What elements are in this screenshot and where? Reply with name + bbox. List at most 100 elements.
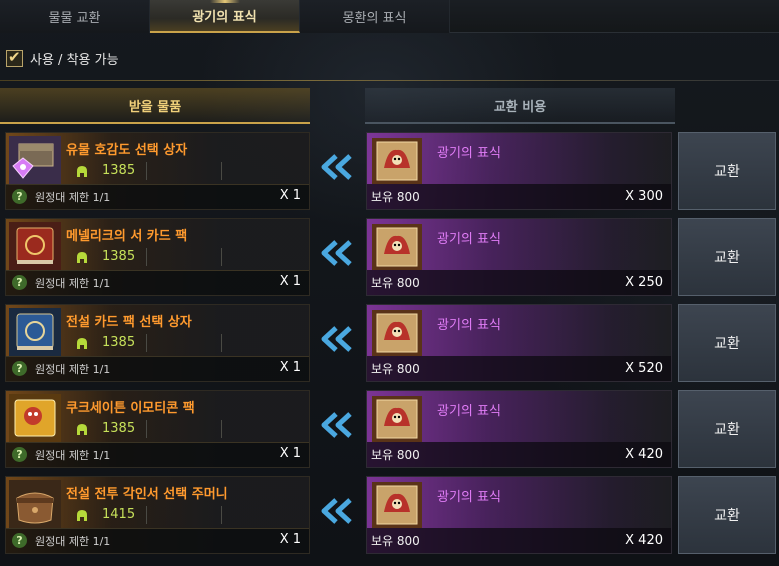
exchange-button[interactable]: 교환 xyxy=(678,218,776,296)
madness-mark-icon xyxy=(372,224,422,270)
tab-bar: 물물 교환 광기의 표식 몽환의 표식 xyxy=(0,0,779,33)
reward-quantity: X 1 xyxy=(279,446,301,461)
reward-footer: ? 원정대 제한 1/1 X 1 xyxy=(6,184,309,209)
cost-item-name: 광기의 표식 xyxy=(437,146,501,161)
helmet-currency-icon xyxy=(76,164,88,178)
cost-quantity: X 520 xyxy=(625,361,663,376)
double-chevron-left-icon xyxy=(318,496,358,526)
limit-text: 원정대 제한 1/1 xyxy=(35,277,111,290)
separator xyxy=(146,420,147,438)
helmet-currency-icon xyxy=(76,508,88,522)
owned-count: 보유 800 xyxy=(371,534,420,548)
madness-mark-icon xyxy=(372,310,422,356)
limit-text: 원정대 제한 1/1 xyxy=(35,191,111,204)
separator xyxy=(221,420,222,438)
cost-item-panel[interactable]: 광기의 표식 보유 800 X 300 xyxy=(366,132,672,210)
separator xyxy=(146,162,147,180)
cost-column-header: 교환 비용 xyxy=(365,88,675,124)
usable-checkbox[interactable] xyxy=(6,48,23,67)
exchange-row: 메넬리크의 서 카드 팩 1385 ? 원정대 제한 1/1 X 1 광기의 표… xyxy=(0,218,779,302)
card-pack-book-icon xyxy=(9,222,61,270)
owned-count: 보유 800 xyxy=(371,276,420,290)
cost-quantity: X 420 xyxy=(625,447,663,462)
helmet-currency-icon xyxy=(76,422,88,436)
help-icon[interactable]: ? xyxy=(12,533,27,548)
help-icon[interactable]: ? xyxy=(12,361,27,376)
cost-item-name: 광기의 표식 xyxy=(437,318,501,333)
tab-madness-mark[interactable]: 광기의 표식 xyxy=(150,0,300,33)
cost-quantity: X 250 xyxy=(625,275,663,290)
item-name: 유물 호감도 선택 상자 xyxy=(66,143,188,158)
limit-text: 원정대 제한 1/1 xyxy=(35,363,111,376)
exchange-row: 유물 호감도 선택 상자 1385 ? 원정대 제한 1/1 X 1 광기의 표… xyxy=(0,132,779,216)
emoticon-pack-icon xyxy=(9,394,61,442)
relic-affinity-chest-icon xyxy=(9,136,61,184)
exchange-button[interactable]: 교환 xyxy=(678,390,776,468)
exchange-button[interactable]: 교환 xyxy=(678,132,776,210)
reward-item-panel[interactable]: 유물 호감도 선택 상자 1385 ? 원정대 제한 1/1 X 1 xyxy=(5,132,310,210)
item-price: 1385 xyxy=(102,163,136,178)
limit-text: 원정대 제한 1/1 xyxy=(35,449,111,462)
item-price: 1385 xyxy=(102,249,136,264)
reward-footer: ? 원정대 제한 1/1 X 1 xyxy=(6,356,309,381)
cost-footer: 보유 800 X 250 xyxy=(367,270,671,295)
separator xyxy=(221,248,222,266)
reward-item-panel[interactable]: 전설 카드 팩 선택 상자 1385 ? 원정대 제한 1/1 X 1 xyxy=(5,304,310,382)
help-icon[interactable]: ? xyxy=(12,189,27,204)
cost-footer: 보유 800 X 420 xyxy=(367,442,671,467)
cost-footer: 보유 800 X 420 xyxy=(367,528,671,553)
reward-quantity: X 1 xyxy=(279,274,301,289)
receive-column-header: 받을 물품 xyxy=(0,88,310,124)
double-chevron-left-icon xyxy=(318,238,358,268)
reward-item-panel[interactable]: 전설 전투 각인서 선택 주머니 1415 ? 원정대 제한 1/1 X 1 xyxy=(5,476,310,554)
cost-item-panel[interactable]: 광기의 표식 보유 800 X 420 xyxy=(366,476,672,554)
tab-dream-mark[interactable]: 몽환의 표식 xyxy=(300,0,450,33)
item-name: 쿠크세이튼 이모티콘 팩 xyxy=(66,401,195,416)
engraving-pouch-icon xyxy=(9,480,61,528)
cost-item-panel[interactable]: 광기의 표식 보유 800 X 520 xyxy=(366,304,672,382)
madness-mark-icon xyxy=(372,138,422,184)
cost-item-name: 광기의 표식 xyxy=(437,490,501,505)
reward-quantity: X 1 xyxy=(279,188,301,203)
cost-footer: 보유 800 X 520 xyxy=(367,356,671,381)
help-icon[interactable]: ? xyxy=(12,447,27,462)
legendary-card-pack-icon xyxy=(9,308,61,356)
exchange-row: 전설 전투 각인서 선택 주머니 1415 ? 원정대 제한 1/1 X 1 광… xyxy=(0,476,779,560)
help-icon[interactable]: ? xyxy=(12,275,27,290)
cost-item-name: 광기의 표식 xyxy=(437,404,501,419)
separator xyxy=(221,334,222,352)
item-name: 메넬리크의 서 카드 팩 xyxy=(66,229,188,244)
separator xyxy=(146,334,147,352)
owned-count: 보유 800 xyxy=(371,362,420,376)
separator xyxy=(221,506,222,524)
usable-filter[interactable]: 사용 / 착용 가능 xyxy=(6,48,119,68)
cost-item-name: 광기의 표식 xyxy=(437,232,501,247)
cost-item-panel[interactable]: 광기의 표식 보유 800 X 420 xyxy=(366,390,672,468)
reward-item-panel[interactable]: 쿠크세이튼 이모티콘 팩 1385 ? 원정대 제한 1/1 X 1 xyxy=(5,390,310,468)
exchange-row: 쿠크세이튼 이모티콘 팩 1385 ? 원정대 제한 1/1 X 1 광기의 표… xyxy=(0,390,779,474)
usable-filter-label: 사용 / 착용 가능 xyxy=(30,53,119,68)
madness-mark-icon xyxy=(372,482,422,528)
exchange-row: 전설 카드 팩 선택 상자 1385 ? 원정대 제한 1/1 X 1 광기의 … xyxy=(0,304,779,388)
item-price: 1385 xyxy=(102,335,136,350)
double-chevron-left-icon xyxy=(318,410,358,440)
separator xyxy=(146,506,147,524)
item-name: 전설 카드 팩 선택 상자 xyxy=(66,315,192,330)
reward-footer: ? 원정대 제한 1/1 X 1 xyxy=(6,442,309,467)
exchange-button[interactable]: 교환 xyxy=(678,476,776,554)
item-name: 전설 전투 각인서 선택 주머니 xyxy=(66,487,228,502)
item-price: 1385 xyxy=(102,421,136,436)
reward-quantity: X 1 xyxy=(279,532,301,547)
helmet-currency-icon xyxy=(76,336,88,350)
tab-barter[interactable]: 물물 교환 xyxy=(0,0,150,33)
reward-item-panel[interactable]: 메넬리크의 서 카드 팩 1385 ? 원정대 제한 1/1 X 1 xyxy=(5,218,310,296)
separator xyxy=(221,162,222,180)
divider xyxy=(0,80,779,81)
cost-footer: 보유 800 X 300 xyxy=(367,184,671,209)
separator xyxy=(146,248,147,266)
double-chevron-left-icon xyxy=(318,324,358,354)
cost-item-panel[interactable]: 광기의 표식 보유 800 X 250 xyxy=(366,218,672,296)
tab-bar-filler xyxy=(450,0,779,33)
limit-text: 원정대 제한 1/1 xyxy=(35,535,111,548)
exchange-button[interactable]: 교환 xyxy=(678,304,776,382)
